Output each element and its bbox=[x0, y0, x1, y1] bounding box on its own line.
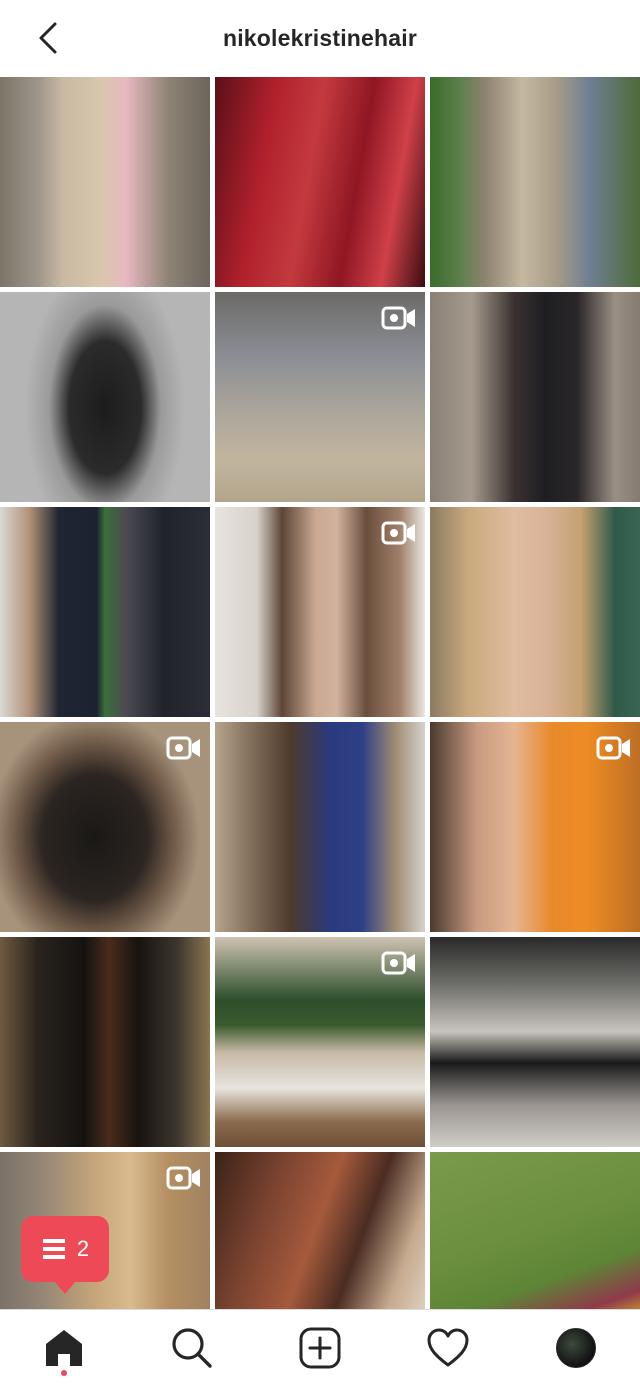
active-tab-indicator bbox=[61, 1370, 67, 1376]
post-thumbnail[interactable] bbox=[0, 292, 210, 502]
post-thumbnail[interactable] bbox=[215, 77, 425, 287]
video-icon bbox=[381, 951, 415, 975]
video-icon bbox=[381, 521, 415, 545]
notification-count: 2 bbox=[76, 1236, 90, 1261]
back-button[interactable] bbox=[30, 20, 66, 56]
post-thumbnail[interactable] bbox=[215, 507, 425, 717]
video-icon bbox=[596, 736, 630, 760]
bottom-tab-bar bbox=[0, 1309, 640, 1386]
tab-home[interactable] bbox=[32, 1316, 96, 1380]
post-thumbnail[interactable] bbox=[0, 77, 210, 287]
heart-icon bbox=[427, 1328, 469, 1367]
profile-username-title: nikolekristinehair bbox=[222, 24, 418, 51]
post-thumbnail[interactable] bbox=[215, 722, 425, 932]
tab-profile[interactable] bbox=[544, 1316, 608, 1380]
post-thumbnail[interactable] bbox=[215, 292, 425, 502]
post-thumbnail[interactable] bbox=[430, 937, 640, 1147]
tab-search[interactable] bbox=[160, 1316, 224, 1380]
post-thumbnail[interactable] bbox=[0, 937, 210, 1147]
post-thumbnail[interactable] bbox=[430, 507, 640, 717]
post-thumbnail[interactable] bbox=[430, 1152, 640, 1309]
post-thumbnail[interactable] bbox=[0, 507, 210, 717]
posts-grid bbox=[0, 77, 640, 1309]
post-thumbnail[interactable] bbox=[0, 722, 210, 932]
tab-activity[interactable] bbox=[416, 1316, 480, 1380]
search-icon bbox=[172, 1328, 212, 1368]
tab-new-post[interactable] bbox=[288, 1316, 352, 1380]
video-icon bbox=[381, 306, 415, 330]
post-thumbnail[interactable] bbox=[430, 292, 640, 502]
home-icon bbox=[46, 1330, 82, 1366]
video-icon bbox=[166, 736, 200, 760]
activity-feed-icon bbox=[42, 1239, 65, 1259]
post-thumbnail[interactable] bbox=[430, 77, 640, 287]
post-thumbnail[interactable] bbox=[215, 937, 425, 1147]
video-icon bbox=[166, 1166, 200, 1190]
activity-notification-bubble[interactable]: 2 bbox=[21, 1216, 109, 1294]
profile-header: nikolekristinehair bbox=[0, 0, 640, 76]
chevron-left-icon bbox=[39, 22, 57, 54]
profile-avatar bbox=[556, 1328, 596, 1368]
new-post-icon bbox=[299, 1327, 341, 1369]
post-thumbnail[interactable] bbox=[215, 1152, 425, 1309]
post-thumbnail[interactable] bbox=[430, 722, 640, 932]
